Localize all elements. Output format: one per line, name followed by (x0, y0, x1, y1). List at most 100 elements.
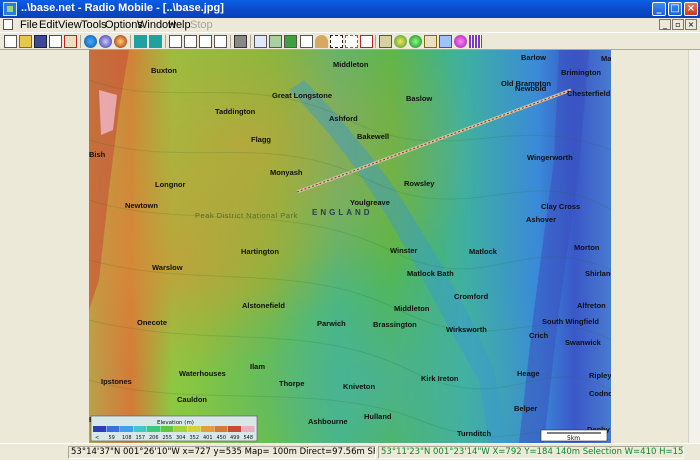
grid-icon[interactable] (469, 35, 482, 48)
place-label: Brassington (373, 320, 417, 329)
app-icon[interactable] (3, 2, 17, 16)
open-folder-icon[interactable] (19, 35, 32, 48)
layers-icon[interactable] (284, 35, 297, 48)
copy-picture-icon[interactable] (214, 35, 227, 48)
menu-stop: Stop (190, 19, 213, 31)
scale-bar-label: 5km (567, 435, 580, 442)
place-label: Matlock (469, 247, 498, 256)
place-label: Newtown (125, 201, 158, 210)
place-label: Bakewell (357, 132, 389, 141)
legend-swatch (214, 426, 228, 432)
cursor-position-status: 53°14'37"N 001°26'10"W x=727 y=535 Map= … (68, 446, 376, 459)
status-bar: 53°14'37"N 001°26'10"W x=727 y=535 Map= … (0, 443, 700, 460)
place-label: Baslow (406, 94, 432, 103)
place-label: Great Longstone (272, 91, 332, 100)
antenna-icon[interactable] (424, 35, 437, 48)
place-label: Turnditch (457, 429, 491, 438)
legend-swatch (133, 426, 147, 432)
menu-help[interactable]: Help (168, 19, 191, 31)
place-label: Ashover (526, 215, 556, 224)
legend-value: 401 (203, 435, 213, 441)
place-label: Longnor (155, 180, 185, 189)
select-area-icon[interactable] (330, 35, 343, 48)
place-label: Swanwick (565, 338, 602, 347)
picture-icon[interactable] (169, 35, 182, 48)
toolbar-separator (80, 35, 81, 48)
legend-swatch (201, 426, 214, 432)
legend-value: 548 (244, 435, 254, 441)
paste-icon[interactable] (269, 35, 282, 48)
legend-value: 59 (109, 435, 115, 441)
legend-swatch (93, 426, 106, 432)
minimize-button[interactable]: _ (652, 2, 666, 16)
place-label: Bish (89, 150, 106, 159)
toolbar-separator (250, 35, 251, 48)
visual-coverage-icon[interactable] (454, 35, 467, 48)
place-label: Brimington (561, 68, 601, 77)
place-label: Shirland (585, 269, 611, 278)
star-network-icon[interactable] (64, 35, 77, 48)
toolbar-separator (375, 35, 376, 48)
place-label: Winster (390, 246, 418, 255)
person-icon[interactable] (315, 35, 328, 48)
toolbar-separator (130, 35, 131, 48)
scale-bar: 5km (540, 429, 608, 442)
place-label: Kniveton (343, 382, 376, 391)
globe-icon[interactable] (84, 35, 97, 48)
interactive-coverage-icon[interactable] (409, 35, 422, 48)
route-coverage-icon[interactable] (439, 35, 452, 48)
menu-tools[interactable]: Tools (81, 19, 107, 31)
picture-properties-icon[interactable] (184, 35, 197, 48)
clear-selection-icon[interactable] (360, 35, 373, 48)
menu-view[interactable]: View (58, 19, 82, 31)
copy-icon[interactable] (254, 35, 267, 48)
place-label: Cauldon (177, 395, 207, 404)
elevation-map[interactable]: Middleton Buxton Barlow BrimingtonMapPoint G… (89, 50, 611, 443)
place-label: Barlow (521, 53, 546, 62)
place-label: Clay Cross (541, 202, 580, 211)
place-label: Flagg (251, 135, 271, 144)
world-map-icon[interactable] (99, 35, 112, 48)
mdi-minimize-button[interactable]: _ (659, 19, 671, 30)
legend-value: < (95, 435, 99, 441)
legend-swatch (228, 426, 241, 432)
place-label: Middleton (394, 304, 430, 313)
close-button[interactable]: × (684, 2, 698, 16)
title-bar: ..\base.net - Radio Mobile - [..\base.jp… (0, 0, 700, 18)
document-icon[interactable] (3, 19, 13, 30)
place-label: Ripley (589, 371, 611, 380)
blank-map-icon[interactable] (300, 35, 313, 48)
new-file-icon[interactable] (4, 35, 17, 48)
place-label: Hulland (364, 412, 392, 421)
save-icon[interactable] (34, 35, 47, 48)
edit-picture-icon[interactable] (199, 35, 212, 48)
menu-edit[interactable]: Edit (39, 19, 58, 31)
place-label: Heage (517, 369, 540, 378)
place-label: Peak District National Park (195, 211, 298, 220)
vertical-scrollbar[interactable] (688, 50, 700, 443)
legend-swatch (174, 426, 187, 432)
fit-area-icon[interactable] (345, 35, 358, 48)
merge-map-icon[interactable] (134, 35, 147, 48)
extract-map-icon[interactable] (149, 35, 162, 48)
place-label: Waterhouses (179, 369, 226, 378)
legend-value: 255 (163, 435, 173, 441)
mdi-close-button[interactable]: × (685, 19, 697, 30)
selection-status: 53°11'23"N 001°23'14"W X=792 Y=184 140m … (378, 446, 684, 459)
legend-value: 206 (149, 435, 159, 441)
place-label: Alfreton (577, 301, 606, 310)
network-properties-icon[interactable] (49, 35, 62, 48)
print-icon[interactable] (234, 35, 247, 48)
menu-file[interactable]: File (20, 19, 38, 31)
place-label: Matlock Bath (407, 269, 454, 278)
radio-link-icon[interactable] (379, 35, 392, 48)
maximize-button[interactable]: □ (668, 2, 682, 16)
internet-map-icon[interactable] (114, 35, 127, 48)
place-label: Youlgreave (350, 198, 390, 207)
place-label: Wingerworth (527, 153, 573, 162)
legend-value: 157 (136, 435, 146, 441)
mdi-restore-button[interactable]: ▫ (672, 19, 684, 30)
radio-coverage-icon[interactable] (394, 35, 407, 48)
legend-swatch (106, 426, 120, 432)
toolbar-separator (165, 35, 166, 48)
